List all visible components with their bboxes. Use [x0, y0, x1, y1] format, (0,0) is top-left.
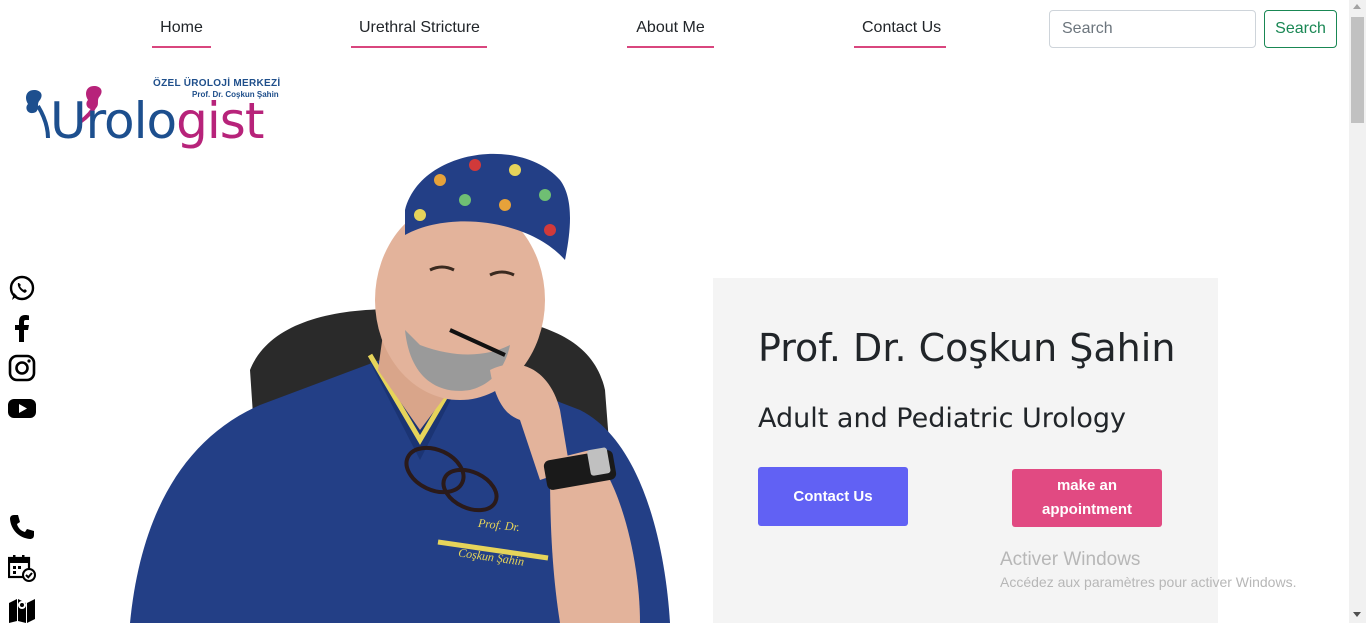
page-scrollbar[interactable]: [1349, 0, 1366, 623]
logo-tagline: ÖZEL ÜROLOJİ MERKEZİ: [153, 78, 281, 89]
hero-specialty: Adult and Pediatric Urology: [758, 403, 1126, 434]
make-appointment-button[interactable]: make an appointment: [1012, 469, 1162, 527]
calendar-icon[interactable]: [7, 554, 36, 582]
windows-watermark-subtitle: Accédez aux paramètres pour activer Wind…: [1000, 574, 1297, 590]
search-button[interactable]: Search: [1264, 10, 1337, 48]
scroll-up-icon[interactable]: [1353, 4, 1361, 9]
phone-icon[interactable]: [8, 513, 36, 541]
whatsapp-icon[interactable]: [8, 274, 36, 302]
windows-watermark-title: Activer Windows: [1000, 549, 1141, 570]
map-icon[interactable]: [8, 595, 36, 623]
scroll-down-icon[interactable]: [1353, 612, 1361, 617]
contact-us-button[interactable]: Contact Us: [758, 467, 908, 526]
nav-item-home[interactable]: Home: [152, 18, 211, 48]
doctor-photo: Prof. Dr. Coşkun Şahin: [120, 140, 680, 623]
nav-item-contact-us[interactable]: Contact Us: [854, 18, 946, 48]
hero-card: Prof. Dr. Coşkun Şahin Adult and Pediatr…: [713, 278, 1218, 623]
nav-item-about-me[interactable]: About Me: [627, 18, 714, 48]
hero-doctor-name: Prof. Dr. Coşkun Şahin: [758, 326, 1176, 370]
search-input[interactable]: [1049, 10, 1256, 48]
nav-item-urethral-stricture[interactable]: Urethral Stricture: [351, 18, 487, 48]
youtube-icon[interactable]: [8, 394, 36, 422]
instagram-icon[interactable]: [8, 354, 36, 382]
scroll-thumb[interactable]: [1351, 17, 1364, 123]
facebook-icon[interactable]: [8, 314, 36, 342]
